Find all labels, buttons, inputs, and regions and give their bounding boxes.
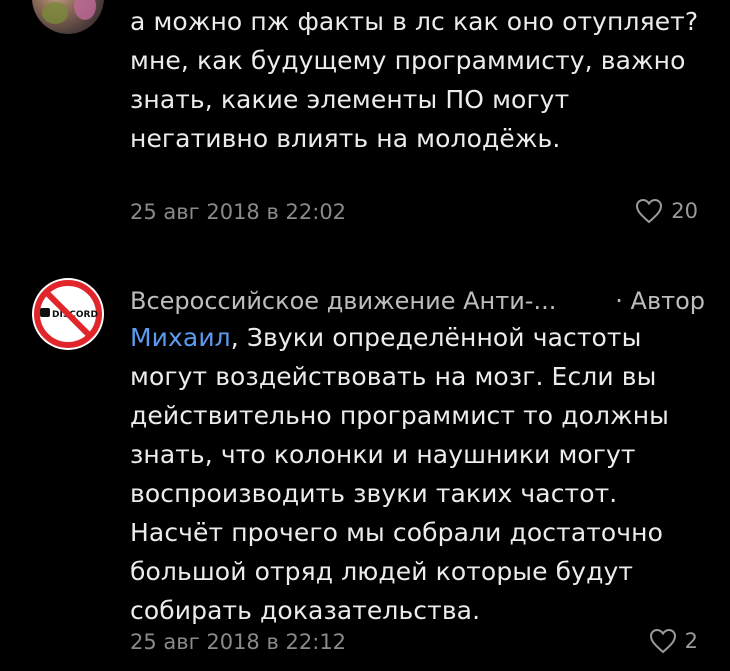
comment-date: 25 авг 2018 в 22:12 xyxy=(130,630,347,654)
author-avatar[interactable]: DISCORD xyxy=(32,278,104,350)
comment-date: 25 авг 2018 в 22:02 xyxy=(130,200,347,224)
like-button[interactable]: 20 xyxy=(635,198,698,224)
author-badge: · Автор xyxy=(615,287,705,315)
comment-text: а можно пж факты в лс как оно отупляет? … xyxy=(130,7,699,153)
author-line: Всероссийское движение Анти-... · Автор xyxy=(130,285,705,317)
like-button[interactable]: 2 xyxy=(649,628,698,654)
no-discord-logo-icon: DISCORD xyxy=(34,280,102,348)
heart-icon xyxy=(636,198,663,224)
user-avatar[interactable] xyxy=(32,0,104,34)
author-name[interactable]: Всероссийское движение Анти-... xyxy=(130,285,556,317)
like-count: 20 xyxy=(671,199,698,223)
heart-icon xyxy=(649,628,676,654)
like-count: 2 xyxy=(684,629,698,653)
comment-text: Михаил, Звуки определённой частоты могут… xyxy=(130,318,705,630)
reply-text: , Звуки определённой частоты могут возде… xyxy=(130,323,669,625)
mention-link[interactable]: Михаил xyxy=(130,323,231,352)
